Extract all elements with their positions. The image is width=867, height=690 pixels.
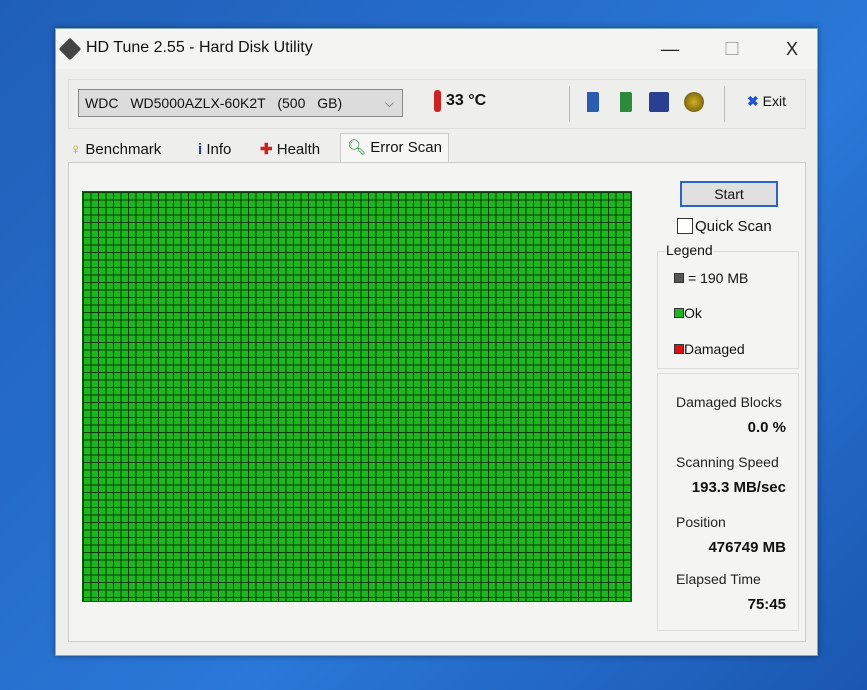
maximize-button[interactable]: ☐	[712, 35, 752, 63]
tab-info[interactable]: i Info	[198, 137, 231, 163]
scan-stats: Damaged Blocks 0.0 % Scanning Speed 193.…	[657, 373, 799, 631]
position-label: Position	[676, 514, 726, 530]
bulb-icon: ♀	[70, 141, 82, 158]
damaged-blocks-label: Damaged Blocks	[676, 394, 782, 410]
copy-text-icon[interactable]	[579, 92, 599, 112]
scanning-speed-label: Scanning Speed	[676, 454, 779, 470]
block-map	[82, 191, 632, 602]
exit-label: Exit	[762, 93, 786, 109]
drive-select[interactable]: WDC WD5000AZLX-60K2T (500 GB) ⌵	[78, 89, 403, 117]
tab-label: Error Scan	[370, 139, 442, 156]
legend-label: Damaged	[684, 341, 745, 357]
legend-title: Legend	[666, 242, 713, 258]
thermometer-icon	[434, 90, 441, 112]
save-icon[interactable]	[649, 92, 669, 112]
separator	[724, 86, 725, 122]
damaged-swatch-icon	[674, 344, 684, 354]
quick-scan-label: Quick Scan	[695, 218, 772, 235]
temperature-value: 33 °C	[446, 92, 487, 110]
app-window: HD Tune 2.55 - Hard Disk Utility — ☐ X W…	[55, 28, 818, 656]
quick-scan-checkbox[interactable]: Quick Scan	[677, 218, 772, 235]
legend-label: = 190 MB	[688, 270, 749, 286]
position-value: 476749 MB	[708, 539, 786, 556]
tab-health[interactable]: ✚ Health	[260, 137, 320, 163]
tab-label: Benchmark	[85, 141, 162, 158]
close-button[interactable]: X	[772, 35, 812, 63]
legend-block-size: = 190 MB	[674, 270, 748, 286]
window-title: HD Tune 2.55 - Hard Disk Utility	[86, 39, 313, 56]
block-swatch-icon	[674, 273, 684, 283]
checkbox-icon	[677, 218, 693, 234]
drive-label: WDC WD5000AZLX-60K2T (500 GB)	[85, 95, 343, 111]
exit-button[interactable]: ✖ Exit	[747, 93, 786, 110]
legend-ok: Ok	[674, 305, 702, 321]
app-icon	[58, 37, 82, 61]
legend-label: Ok	[684, 305, 702, 321]
tab-benchmark[interactable]: ♀ Benchmark	[70, 137, 161, 163]
chevron-down-icon: ⌵	[384, 96, 394, 110]
minimize-button[interactable]: —	[650, 35, 690, 63]
options-icon[interactable]	[684, 92, 704, 112]
info-icon: i	[198, 141, 203, 158]
error-scan-panel: Start Quick Scan Legend = 190 MB Ok Dama…	[68, 162, 806, 642]
temperature: 33 °C	[434, 90, 486, 112]
ok-swatch-icon	[674, 308, 684, 318]
copy-screenshot-icon[interactable]	[612, 92, 632, 112]
legend: Legend = 190 MB Ok Damaged	[657, 242, 799, 369]
tab-label: Info	[206, 141, 232, 158]
health-cross-icon: ✚	[260, 141, 273, 158]
legend-damaged: Damaged	[674, 341, 745, 357]
magnifier-icon: 🔍︎	[347, 139, 367, 156]
title-bar: HD Tune 2.55 - Hard Disk Utility — ☐ X	[56, 29, 817, 69]
start-button[interactable]: Start	[680, 181, 778, 207]
scanning-speed-value: 193.3 MB/sec	[691, 479, 786, 496]
toolbar: WDC WD5000AZLX-60K2T (500 GB) ⌵ 33 °C ✖ E…	[68, 79, 806, 129]
tab-error-scan[interactable]: 🔍︎ Error Scan	[340, 133, 449, 163]
elapsed-time-label: Elapsed Time	[676, 571, 761, 587]
exit-icon: ✖	[747, 93, 759, 109]
elapsed-time-value: 75:45	[747, 596, 786, 613]
separator	[569, 86, 570, 122]
tab-label: Health	[276, 141, 321, 158]
damaged-blocks-value: 0.0 %	[747, 419, 786, 436]
